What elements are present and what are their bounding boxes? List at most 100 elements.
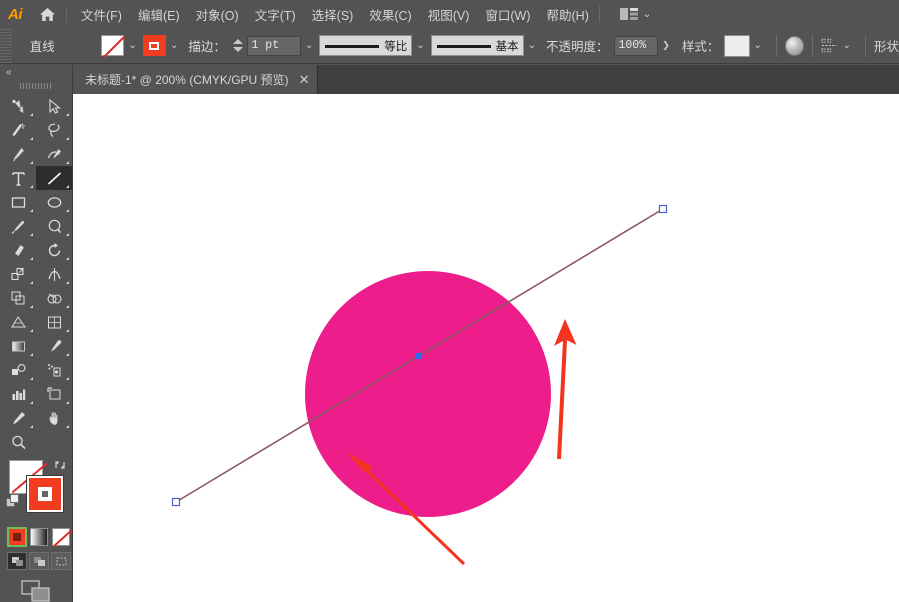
menu-object[interactable]: 对象(O): [188, 1, 247, 28]
menu-edit[interactable]: 编辑(E): [130, 1, 188, 28]
color-mode-button[interactable]: [8, 528, 26, 546]
scale-tool[interactable]: [0, 262, 36, 286]
color-controls: [0, 458, 73, 524]
line-anchor-start[interactable]: [173, 499, 180, 506]
lasso-tool[interactable]: [36, 118, 72, 142]
magenta-circle[interactable]: [305, 271, 551, 517]
opacity-input[interactable]: 100%: [614, 36, 659, 56]
zoom-tool[interactable]: [0, 430, 36, 454]
variable-width-chevron-down-icon[interactable]: ⌄: [416, 40, 424, 51]
workspace-icon: [620, 8, 638, 20]
stroke-color-swatch[interactable]: [143, 35, 166, 56]
ellipse-tool[interactable]: [36, 190, 72, 214]
menu-help[interactable]: 帮助(H): [539, 1, 597, 28]
tool-grid: [0, 92, 72, 454]
close-icon[interactable]: ✕: [299, 73, 310, 86]
chevron-down-icon[interactable]: ⌄: [643, 9, 651, 20]
eyedropper-tool[interactable]: [36, 334, 72, 358]
tool-grid-empty-slot: [36, 430, 72, 454]
menu-view[interactable]: 视图(V): [420, 1, 478, 28]
align-icon[interactable]: [821, 38, 838, 53]
menu-divider-2: [599, 6, 600, 22]
selection-tool[interactable]: [0, 94, 36, 118]
perspective-grid-tool[interactable]: [0, 310, 36, 334]
recolor-artwork-icon[interactable]: [785, 36, 804, 56]
slice-tool[interactable]: [0, 406, 36, 430]
rectangle-tool[interactable]: [0, 190, 36, 214]
menu-select[interactable]: 选择(S): [304, 1, 362, 28]
artboard-canvas[interactable]: [73, 94, 899, 602]
pen-tool[interactable]: [0, 142, 36, 166]
menu-window[interactable]: 窗口(W): [477, 1, 538, 28]
eraser-tool[interactable]: [0, 238, 36, 262]
toolbar-drag-grip[interactable]: [0, 80, 72, 92]
control-bar-grip[interactable]: [0, 29, 12, 63]
column-graph-tool[interactable]: [0, 382, 36, 406]
app-logo-icon: Ai: [0, 0, 30, 28]
fill-color-swatch[interactable]: [101, 35, 124, 56]
stroke-weight-label: 描边：: [188, 36, 226, 55]
control-divider-1: [776, 35, 777, 57]
document-tab-bar: 未标题-1* @ 200% (CMYK/GPU 预览) ✕: [0, 65, 899, 94]
free-transform-tool[interactable]: [0, 286, 36, 310]
symbol-sprayer-tool[interactable]: [36, 358, 72, 382]
line-anchor-end[interactable]: [660, 206, 667, 213]
style-chevron-down-icon[interactable]: ⌄: [754, 40, 762, 51]
menu-bar: Ai 文件(F) 编辑(E) 对象(O) 文字(T) 选择(S) 效果(C) 视…: [0, 0, 899, 28]
variable-width-profile-dropdown[interactable]: 等比: [319, 35, 412, 56]
opacity-expand-icon[interactable]: ❯: [662, 40, 670, 51]
swap-fill-stroke-icon[interactable]: [53, 458, 67, 472]
width-tool[interactable]: [36, 262, 72, 286]
change-screen-mode-button[interactable]: [0, 570, 72, 602]
document-tab[interactable]: 未标题-1* @ 200% (CMYK/GPU 预览) ✕: [73, 65, 318, 94]
change-screen-mode-icon: [21, 580, 51, 602]
variable-width-profile-value: 等比: [384, 38, 407, 54]
fill-chevron-down-icon[interactable]: ⌄: [128, 40, 136, 51]
rotate-tool[interactable]: [36, 238, 72, 262]
brush-definition-dropdown[interactable]: 基本: [431, 35, 524, 56]
align-chevron-down-icon[interactable]: ⌄: [843, 40, 851, 51]
menu-type[interactable]: 文字(T): [247, 1, 304, 28]
stroke-chevron-down-icon[interactable]: ⌄: [170, 40, 178, 51]
home-icon[interactable]: [30, 0, 64, 28]
direct-selection-tool[interactable]: [36, 94, 72, 118]
shape-builder-tool[interactable]: [36, 286, 72, 310]
stroke-swatch[interactable]: [27, 476, 63, 512]
graphic-style-swatch[interactable]: [724, 35, 749, 57]
gradient-mode-button[interactable]: [30, 528, 48, 546]
artboard-tool[interactable]: [36, 382, 72, 406]
stroke-weight-input[interactable]: 1 pt: [247, 36, 301, 56]
gradient-tool[interactable]: [0, 334, 36, 358]
hand-tool[interactable]: [36, 406, 72, 430]
draw-normal-button[interactable]: [7, 552, 27, 570]
none-mode-button[interactable]: [52, 528, 70, 546]
type-tool[interactable]: [0, 166, 36, 190]
control-bar: 直线 ⌄ ⌄ 描边： 1 pt ⌄ 等比 ⌄ 基本 ⌄ 不透明度： 100% ❯…: [0, 28, 899, 64]
brush-chevron-down-icon[interactable]: ⌄: [528, 40, 536, 51]
control-divider-2: [812, 35, 813, 57]
draw-behind-button[interactable]: [29, 552, 49, 570]
red-arrow-up: [554, 319, 577, 459]
document-tab-title: 未标题-1* @ 200% (CMYK/GPU 预览): [85, 71, 289, 88]
menu-effect[interactable]: 效果(C): [361, 1, 419, 28]
blend-tool[interactable]: [0, 358, 36, 382]
drawing-mode-buttons: [0, 546, 72, 570]
stroke-weight-chevron-down-icon[interactable]: ⌄: [305, 40, 313, 51]
stroke-weight-stepper[interactable]: [232, 36, 245, 56]
magic-wand-tool[interactable]: [0, 118, 36, 142]
control-divider-3: [865, 35, 866, 57]
tools-panel: «: [0, 65, 73, 602]
menu-divider: [66, 6, 67, 22]
shaper-tool[interactable]: [36, 214, 72, 238]
toolbar-collapse-button[interactable]: «: [0, 65, 72, 80]
paintbrush-tool[interactable]: [0, 214, 36, 238]
draw-inside-button[interactable]: [51, 552, 71, 570]
mesh-tool[interactable]: [36, 310, 72, 334]
menu-file[interactable]: 文件(F): [73, 1, 130, 28]
active-tool-label: 直线: [18, 36, 101, 55]
workspace-switcher[interactable]: ⌄: [620, 8, 651, 20]
shape-options-button[interactable]: 形状: [874, 36, 899, 55]
line-segment-tool[interactable]: [36, 166, 72, 190]
default-fill-stroke-icon[interactable]: [6, 494, 20, 508]
curvature-tool[interactable]: [36, 142, 72, 166]
